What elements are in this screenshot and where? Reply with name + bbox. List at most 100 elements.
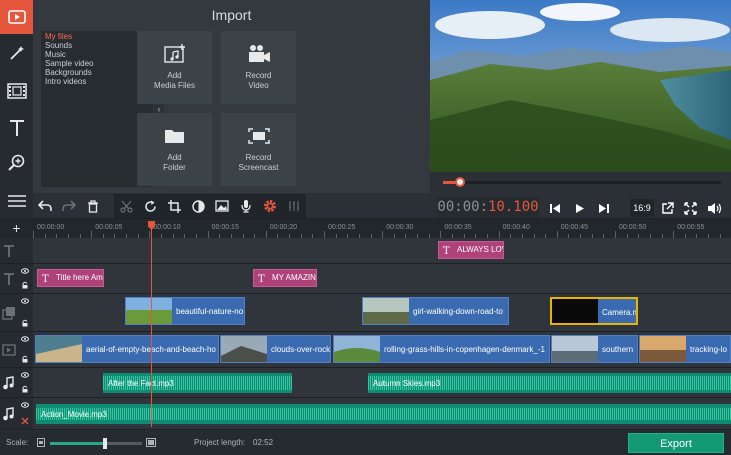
project-length-value: 02:52 [253,438,274,447]
overlay-track-icon [2,306,15,320]
volume-button[interactable] [703,199,725,217]
ruler-time-label: 00:00:55 [677,224,705,231]
music-note-icon [3,375,14,389]
audio-clip[interactable]: Autumn Skies.mp3 [368,373,731,393]
scale-slider[interactable] [50,438,142,449]
video-clip[interactable]: rolling-grass-hills-in-copenhagen-denmar… [333,335,550,363]
redo-button[interactable] [57,194,81,218]
add-media-files-button[interactable]: Add Media Files [137,31,212,104]
title-clip-label: Title here Am [56,273,103,282]
ruler-tick [33,231,34,238]
cut-button[interactable] [114,194,138,218]
external-window-icon [661,201,674,214]
titles-tool-button[interactable] [0,111,33,145]
transitions-tool-button[interactable] [0,74,33,108]
title-clip-label: ALWAYS LOVE [457,245,503,254]
eye-icon[interactable] [21,402,29,408]
video-track-lane[interactable]: aerial-of-empty-beach-and-beach-ho cloud… [33,332,731,368]
record-video-button[interactable]: Record Video [221,31,296,104]
timeline-ruler[interactable]: 00:00:00 00:00:05 00:00:10 00:00:15 00:00:20… [33,218,731,238]
text-track-2-header [0,264,33,294]
ruler-time-label: 00:00:25 [328,224,356,231]
video-clip[interactable]: clouds-over-rock [220,335,331,363]
zoom-in-scale-icon[interactable] [146,438,156,447]
aspect-ratio-button[interactable]: 16:9 [630,199,654,217]
title-clip[interactable]: T Title here Am [37,269,104,287]
title-clip[interactable]: T ALWAYS LOVE [438,241,504,259]
color-adjust-button[interactable] [186,194,210,218]
ruler-time-label: 00:00:45 [560,224,589,231]
record-voiceover-button[interactable] [234,194,258,218]
title-clip-icon: T [443,246,450,257]
clip-properties-button[interactable] [258,194,282,218]
eye-icon[interactable] [21,336,29,342]
project-length-label: Project length: [194,438,246,447]
zoom-tool-button[interactable] [0,146,33,180]
ruler-time-label: 00:00:40 [502,224,530,231]
filters-tool-button[interactable] [0,36,33,70]
seek-handle[interactable] [454,177,465,187]
record-screencast-button[interactable]: Record Screencast [221,113,296,186]
bottom-bar: Scale: Project length: 02:52 Export [0,431,731,455]
film-strip-icon [6,83,27,99]
skip-forward-icon [599,203,609,213]
mute-icon[interactable] [21,417,29,425]
ruler-tick [440,231,442,238]
video-clip-label: rolling-grass-hills-in-copenhagen-denmar… [384,345,545,354]
import-tool-button[interactable] [0,0,33,34]
video-clip[interactable]: aerial-of-empty-beach-and-beach-ho [35,335,219,363]
image-overlay-button[interactable] [210,194,234,218]
eye-icon[interactable] [21,372,29,378]
overlay-clip[interactable]: beautiful-nature-no [125,297,245,325]
screencast-icon [247,128,270,144]
lock-icon[interactable] [21,319,29,327]
lock-icon[interactable] [21,281,29,289]
delete-button[interactable] [81,194,105,218]
playhead-line[interactable] [151,225,152,427]
text-track-2-lane[interactable]: T Title here Am T MY AMAZING [33,264,731,294]
plus-icon: + [12,220,21,236]
music-track-lane[interactable]: Action_Movie.mp3 [33,398,731,430]
crop-button[interactable] [162,194,186,218]
detach-player-button[interactable] [657,199,677,217]
previous-frame-button[interactable] [546,199,564,217]
ruler-time-label: 00:00:35 [444,224,472,231]
equalizer-button[interactable] [282,194,306,218]
export-button[interactable]: Export [628,433,724,453]
lock-icon[interactable] [21,385,29,393]
audio-clip[interactable]: After the Fact.mp3 [103,373,292,393]
title-clip[interactable]: T MY AMAZING [253,269,317,287]
overlay-clip-selected[interactable]: Camera.m [550,297,638,325]
add-folder-button[interactable]: Add Folder [137,113,212,186]
overlay-track-lane[interactable]: beautiful-nature-no girl-walking-down-ro… [33,294,731,332]
timecode-hours-minutes: 00:00: [437,199,488,215]
play-button[interactable] [571,199,589,217]
overlay-clip[interactable]: girl-walking-down-road-to [362,297,509,325]
clip-thumbnail [552,299,598,323]
music-clip[interactable]: Action_Movie.mp3 [36,404,731,424]
fullscreen-button[interactable] [680,199,700,217]
zoom-out-icon[interactable] [37,438,45,447]
eye-icon[interactable] [21,268,29,274]
seek-bar[interactable] [443,177,721,187]
video-clip[interactable]: southern [551,335,638,363]
preview-player[interactable] [430,0,731,172]
clip-thumbnail [126,298,172,324]
text-track-1-lane[interactable]: T ALWAYS LOVE [33,238,731,264]
audio-track-lane[interactable]: After the Fact.mp3 Autumn Skies.mp3 [33,368,731,398]
title-text-icon [9,120,24,136]
audio-track-header [0,368,33,398]
next-frame-button[interactable] [595,199,613,217]
lock-icon[interactable] [21,355,29,363]
video-clip[interactable]: tracking-lo [639,335,731,363]
undo-button[interactable] [33,194,57,218]
ruler-time-label: 00:00:20 [269,224,298,231]
rotate-button[interactable] [138,194,162,218]
more-tools-button[interactable] [0,184,33,218]
add-track-button[interactable]: + [0,218,33,238]
add-media-icon [163,44,185,63]
eye-icon[interactable] [21,298,29,304]
scale-slider-handle[interactable] [103,438,108,449]
music-clip-label: Action_Movie.mp3 [41,410,107,419]
text-track-icon [4,272,14,285]
